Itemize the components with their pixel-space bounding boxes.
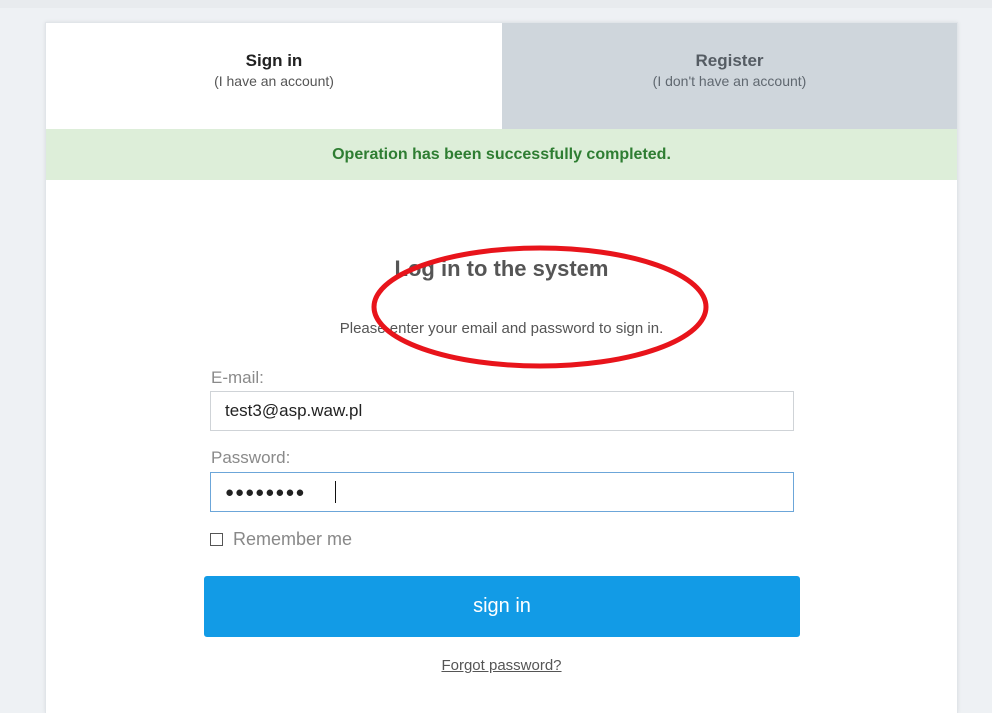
success-alert: Operation has been successfully complete… [46,129,957,180]
tab-register-title: Register [695,51,764,70]
email-label: E-mail: [211,368,264,387]
sign-in-button[interactable]: sign in [204,576,800,637]
auth-tabs: Sign in (I have an account) Register (I … [46,23,957,129]
tab-sign-in-title: Sign in [245,51,303,70]
tab-sign-in[interactable]: Sign in (I have an account) [46,23,502,129]
tab-register[interactable]: Register (I don't have an account) [502,23,957,129]
page-title: Log in to the system [394,256,609,281]
tab-register-subtitle: (I don't have an account) [652,73,807,89]
remember-me[interactable]: Remember me [210,529,352,550]
page-top-strip [0,0,992,8]
form-subtitle: Please enter your email and password to … [339,320,664,337]
sign-in-button-label: sign in [473,595,531,617]
email-field[interactable] [210,391,794,431]
password-field[interactable]: ●●●●●●●● [210,472,794,512]
password-label: Password: [211,448,291,467]
text-caret [335,481,336,503]
remember-me-label: Remember me [233,529,353,549]
tab-sign-in-subtitle: (I have an account) [214,73,334,89]
success-alert-message: Operation has been successfully complete… [332,145,671,163]
form-heading-wrap: Log in to the system [46,256,957,282]
auth-card: Sign in (I have an account) Register (I … [45,22,958,713]
remember-me-checkbox[interactable] [210,533,223,546]
password-masked-value: ●●●●●●●● [225,483,306,501]
forgot-password-link[interactable]: Forgot password? [46,657,957,674]
